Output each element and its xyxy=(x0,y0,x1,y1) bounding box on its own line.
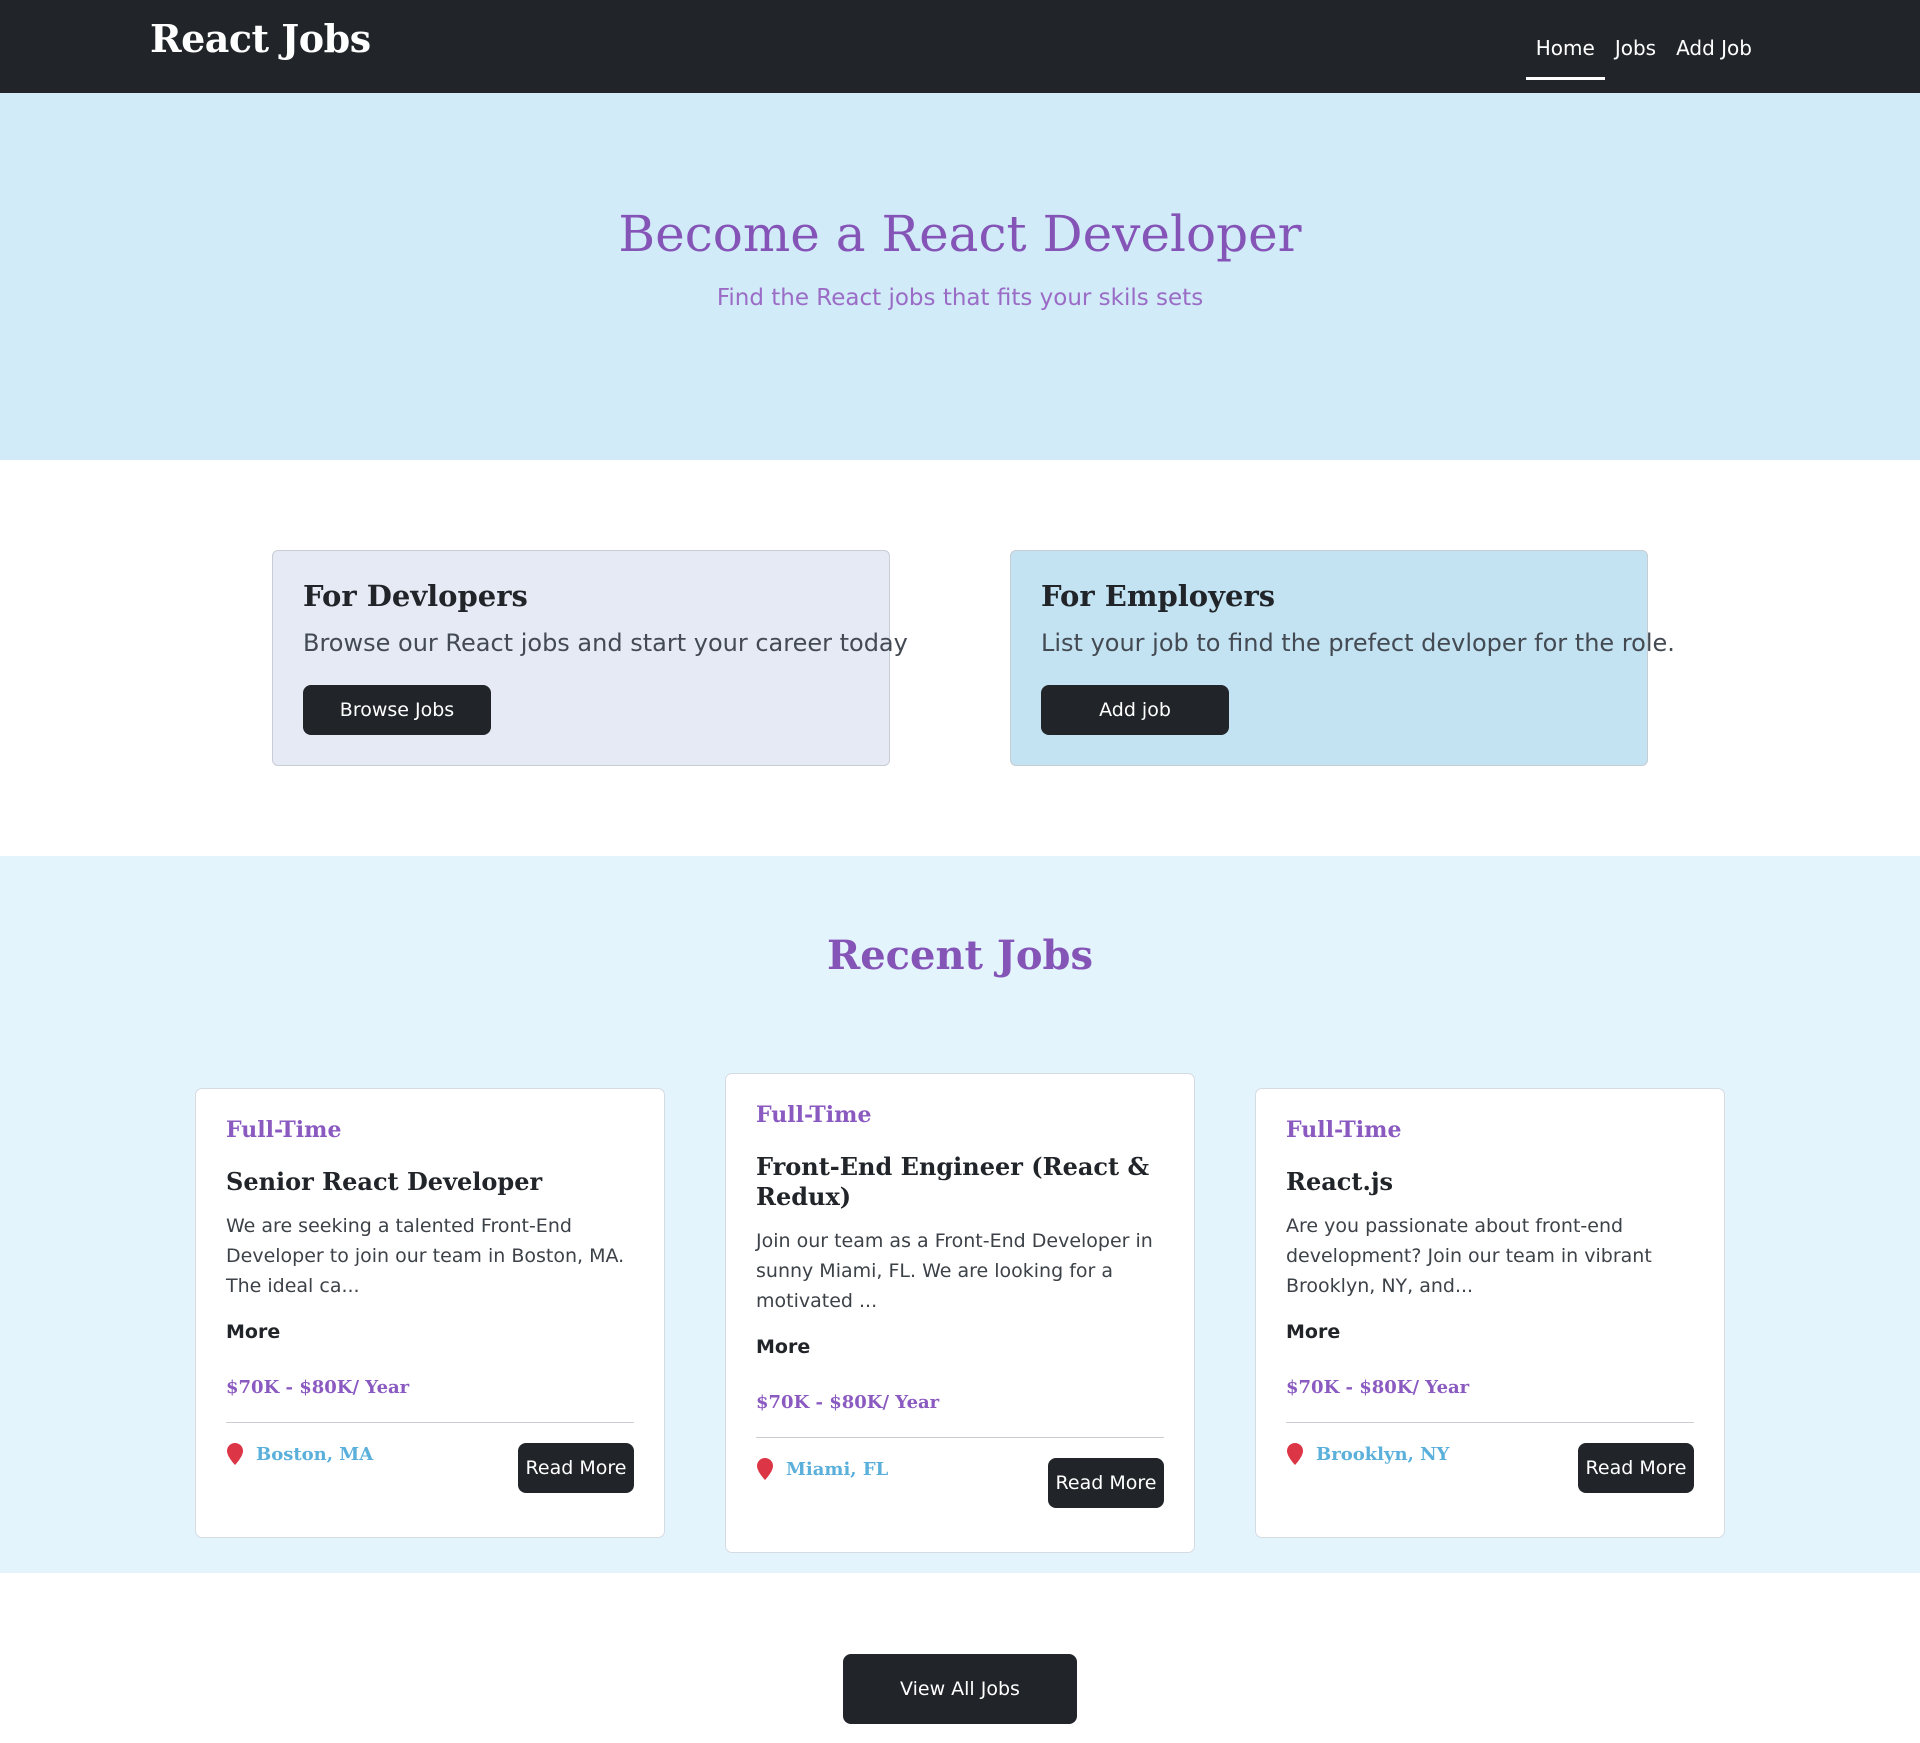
job-location: Brooklyn, NY xyxy=(1286,1443,1449,1465)
recent-jobs-section: Recent Jobs Full-Time Senior React Devel… xyxy=(0,856,1920,1573)
map-pin-icon xyxy=(757,1458,773,1480)
add-job-button[interactable]: Add job xyxy=(1041,685,1229,735)
job-type: Full-Time xyxy=(1286,1117,1402,1143)
more-link[interactable]: More xyxy=(226,1321,634,1343)
developers-card-title: For Devlopers xyxy=(303,579,528,613)
job-footer: Brooklyn, NY Read More xyxy=(1286,1423,1694,1493)
developers-card: For Devlopers Browse our React jobs and … xyxy=(272,550,908,766)
nav-link-jobs[interactable]: Jobs xyxy=(1605,36,1666,80)
nav-link-home[interactable]: Home xyxy=(1525,36,1605,80)
read-more-button[interactable]: Read More xyxy=(1048,1458,1164,1508)
job-card: Full-Time React.js Are you passionate ab… xyxy=(1255,1088,1725,1538)
job-title: Front-End Engineer (React & Redux) xyxy=(756,1152,1150,1211)
job-card: Full-Time Front-End Engineer (React & Re… xyxy=(725,1073,1195,1553)
map-pin-icon xyxy=(1287,1443,1303,1465)
job-location-text: Boston, MA xyxy=(256,1443,374,1465)
job-footer: Miami, FL Read More xyxy=(756,1438,1164,1508)
job-salary: $70K - $80K/ Year xyxy=(1286,1377,1470,1398)
job-title: Senior React Developer xyxy=(226,1167,543,1196)
navbar: React Jobs Home Jobs Add Job xyxy=(0,0,1920,93)
read-more-button[interactable]: Read More xyxy=(1578,1443,1694,1493)
employers-card-text: List your job to find the prefect devlop… xyxy=(1041,629,1675,657)
brand-logo[interactable]: React Jobs xyxy=(150,16,371,61)
job-type: Full-Time xyxy=(226,1117,342,1143)
employers-card: For Employers List your job to find the … xyxy=(1010,550,1675,766)
job-title: React.js xyxy=(1286,1167,1394,1196)
job-location: Boston, MA xyxy=(226,1443,373,1465)
more-link[interactable]: More xyxy=(1286,1321,1694,1343)
nav-link-add-job[interactable]: Add Job xyxy=(1666,36,1762,80)
developers-card-text: Browse our React jobs and start your car… xyxy=(303,629,908,657)
job-type: Full-Time xyxy=(756,1102,872,1128)
job-description: Join our team as a Front-End Developer i… xyxy=(756,1230,1153,1312)
job-location-text: Miami, FL xyxy=(786,1458,889,1480)
job-description: Are you passionate about front-end devel… xyxy=(1286,1215,1652,1297)
job-salary: $70K - $80K/ Year xyxy=(756,1392,940,1413)
job-card: Full-Time Senior React Developer We are … xyxy=(195,1088,665,1538)
job-footer: Boston, MA Read More xyxy=(226,1423,634,1493)
read-more-button[interactable]: Read More xyxy=(518,1443,634,1493)
hero-section: Become a React Developer Find the React … xyxy=(0,93,1920,460)
job-description: We are seeking a talented Front-End Deve… xyxy=(226,1215,625,1297)
view-all-jobs-button[interactable]: View All Jobs xyxy=(843,1654,1077,1724)
browse-jobs-button[interactable]: Browse Jobs xyxy=(303,685,491,735)
recent-jobs-title: Recent Jobs xyxy=(826,932,1094,979)
job-salary: $70K - $80K/ Year xyxy=(226,1377,410,1398)
more-link[interactable]: More xyxy=(756,1336,1164,1358)
map-pin-icon xyxy=(227,1443,243,1465)
employers-card-title: For Employers xyxy=(1041,579,1276,613)
nav-links: Home Jobs Add Job xyxy=(1525,36,1762,80)
job-location: Miami, FL xyxy=(756,1458,888,1480)
hero-title: Become a React Developer xyxy=(618,205,1302,263)
hero-subtitle: Find the React jobs that fits your skils… xyxy=(716,285,1204,311)
job-location-text: Brooklyn, NY xyxy=(1316,1443,1450,1465)
